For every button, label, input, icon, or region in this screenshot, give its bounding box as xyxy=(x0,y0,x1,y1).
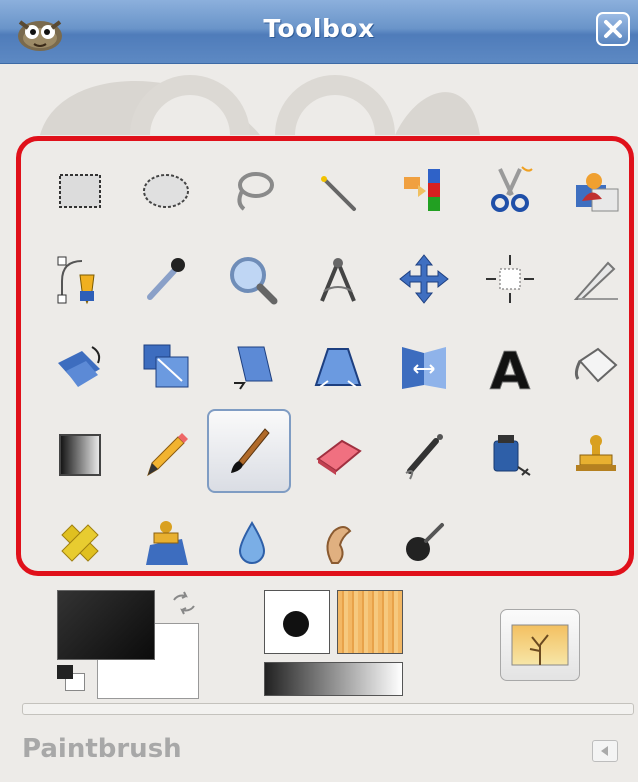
color-picker-tool[interactable] xyxy=(127,241,205,317)
alignment-tool[interactable] xyxy=(471,241,549,317)
blend-tool[interactable] xyxy=(41,417,119,493)
perspective-tool[interactable] xyxy=(299,329,377,405)
round-brush-icon[interactable] xyxy=(264,590,330,654)
scissors-select-tool[interactable] xyxy=(471,153,549,229)
fuzzy-select-tool[interactable] xyxy=(299,153,377,229)
magnifier-icon xyxy=(230,257,278,305)
smudge-finger-icon xyxy=(326,526,352,564)
foreground-select-tool[interactable] xyxy=(557,153,635,229)
scale-tool[interactable] xyxy=(127,329,205,405)
magic-wand-icon xyxy=(321,176,356,211)
perspective-clone-tool[interactable] xyxy=(127,505,205,581)
paintbrush-tool[interactable] xyxy=(207,409,291,493)
swap-colors-icon[interactable] xyxy=(170,590,198,616)
lasso-icon xyxy=(237,172,274,211)
free-select-tool[interactable] xyxy=(213,153,291,229)
pencil-tool[interactable] xyxy=(127,417,205,493)
active-image-button[interactable] xyxy=(500,609,580,681)
clone-tool[interactable] xyxy=(557,417,635,493)
paths-pen-icon xyxy=(57,256,95,305)
airbrush-tool[interactable] xyxy=(385,417,463,493)
shear-icon xyxy=(234,346,273,390)
eraser-icon xyxy=(316,439,362,475)
image-thumbnail-icon xyxy=(511,624,569,666)
ellipse-select-icon xyxy=(143,174,189,208)
paintbrush-icon xyxy=(231,428,270,473)
water-drop-icon xyxy=(238,521,266,564)
bucket-fill-tool[interactable] xyxy=(557,329,635,405)
close-icon xyxy=(604,20,622,38)
measure-tool[interactable] xyxy=(299,241,377,317)
tool-grid: A xyxy=(16,136,634,576)
smudge-tool[interactable] xyxy=(299,505,377,581)
airbrush-icon xyxy=(405,434,443,480)
compass-icon xyxy=(320,258,356,302)
bucket-icon xyxy=(574,347,618,383)
blur-sharpen-tool[interactable] xyxy=(213,505,291,581)
color-select-icon xyxy=(404,169,440,211)
scale-icon xyxy=(143,344,189,388)
text-tool[interactable]: A xyxy=(471,329,549,405)
paths-tool[interactable] xyxy=(41,241,119,317)
align-icon xyxy=(486,255,534,303)
eraser-tool[interactable] xyxy=(299,417,377,493)
window-title: Toolbox xyxy=(263,14,375,43)
close-button[interactable] xyxy=(596,12,630,46)
flip-icon xyxy=(402,347,446,389)
active-tool-name: Paintbrush xyxy=(22,734,182,764)
triangle-left-icon xyxy=(601,746,608,756)
dodge-burn-icon xyxy=(406,523,444,561)
gradient-icon xyxy=(59,434,101,476)
wood-pattern-icon[interactable] xyxy=(337,590,403,654)
clone-stamp-icon xyxy=(576,435,616,471)
rotate-icon xyxy=(58,346,101,387)
rect-select-icon xyxy=(59,174,101,208)
svg-text:A: A xyxy=(490,342,530,395)
crop-tool[interactable] xyxy=(557,241,635,317)
scissors-icon xyxy=(491,166,533,212)
title-bar: Toolbox xyxy=(0,0,638,64)
move-tool[interactable] xyxy=(385,241,463,317)
rotate-tool[interactable] xyxy=(41,329,119,405)
shear-tool[interactable] xyxy=(213,329,291,405)
foreground-color-swatch[interactable] xyxy=(57,590,155,660)
crop-knife-icon xyxy=(573,261,618,300)
pencil-icon xyxy=(147,433,188,477)
collapse-button[interactable] xyxy=(592,740,618,762)
rectangle-select-tool[interactable] xyxy=(41,153,119,229)
move-arrows-icon xyxy=(399,254,449,304)
ink-icon xyxy=(493,435,531,476)
perspective-icon xyxy=(314,348,362,388)
zoom-tool[interactable] xyxy=(213,241,291,317)
eyedropper-icon xyxy=(147,258,185,300)
brush-pattern-gradient-area xyxy=(262,588,407,700)
select-by-color-tool[interactable] xyxy=(385,153,463,229)
wilber-banner[interactable] xyxy=(0,63,638,135)
dodge-burn-tool[interactable] xyxy=(385,505,463,581)
separator-bar xyxy=(22,703,634,715)
flip-tool[interactable] xyxy=(385,329,463,405)
color-area xyxy=(52,585,202,703)
ellipse-select-tool[interactable] xyxy=(127,153,205,229)
perspective-clone-icon xyxy=(146,521,188,565)
gradient-preview-icon[interactable] xyxy=(264,662,403,696)
ink-tool[interactable] xyxy=(471,417,549,493)
bandage-icon xyxy=(61,524,99,562)
default-colors-icon[interactable] xyxy=(57,665,91,695)
heal-tool[interactable] xyxy=(41,505,119,581)
text-a-icon: A xyxy=(489,342,530,396)
foreground-select-icon xyxy=(576,173,619,212)
